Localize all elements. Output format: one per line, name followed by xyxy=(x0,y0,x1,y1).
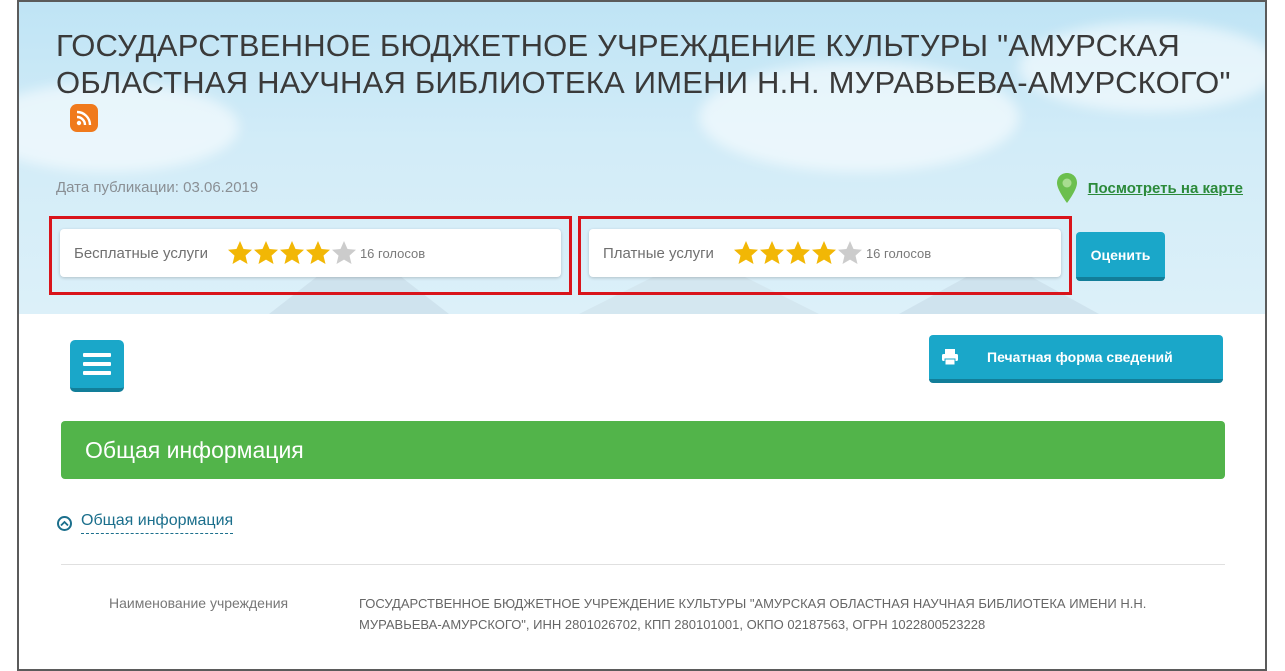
votes-count: 16 голосов xyxy=(359,245,426,261)
paid-services-rating: Платные услуги 16 голосов xyxy=(589,229,1061,277)
map-pin-icon xyxy=(1056,173,1077,203)
star-empty-icon[interactable] xyxy=(836,239,864,267)
printer-icon xyxy=(929,335,971,379)
page-frame: ГОСУДАРСТВЕННОЕ БЮДЖЕТНОЕ УЧРЕЖДЕНИЕ КУЛ… xyxy=(17,0,1267,671)
map-link[interactable]: Посмотреть на карте xyxy=(1088,180,1243,197)
free-services-rating-highlight: Бесплатные услуги 16 голосов xyxy=(49,216,572,295)
free-services-rating: Бесплатные услуги 16 голосов xyxy=(60,229,561,277)
hamburger-menu-icon xyxy=(83,362,111,366)
page-title: ГОСУДАРСТВЕННОЕ БЮДЖЕТНОЕ УЧРЕЖДЕНИЕ КУЛ… xyxy=(56,27,1236,138)
hamburger-menu-icon xyxy=(83,353,111,357)
rss-icon[interactable] xyxy=(70,103,98,132)
section-title: Общая информация xyxy=(85,436,304,463)
star-filled-icon[interactable] xyxy=(758,239,786,267)
page-title-text: ГОСУДАРСТВЕННОЕ БЮДЖЕТНОЕ УЧРЕЖДЕНИЕ КУЛ… xyxy=(56,28,1231,100)
hamburger-menu-icon xyxy=(83,371,111,375)
star-filled-icon[interactable] xyxy=(784,239,812,267)
star-filled-icon[interactable] xyxy=(810,239,838,267)
star-rating[interactable] xyxy=(732,239,862,267)
menu-button[interactable] xyxy=(70,340,124,392)
paid-services-rating-highlight: Платные услуги 16 голосов xyxy=(578,216,1072,295)
chevron-up-circle-icon xyxy=(57,515,72,531)
star-filled-icon[interactable] xyxy=(732,239,760,267)
rating-label: Платные услуги xyxy=(603,244,714,262)
print-form-label: Печатная форма сведений xyxy=(987,349,1173,365)
rating-label: Бесплатные услуги xyxy=(74,244,208,262)
print-form-button[interactable]: Печатная форма сведений xyxy=(929,335,1223,383)
star-filled-icon[interactable] xyxy=(226,239,254,267)
header-banner: ГОСУДАРСТВЕННОЕ БЮДЖЕТНОЕ УЧРЕЖДЕНИЕ КУЛ… xyxy=(19,2,1265,314)
votes-count: 16 голосов xyxy=(865,245,932,261)
star-empty-icon[interactable] xyxy=(330,239,358,267)
rate-button[interactable]: Оценить xyxy=(1076,232,1165,281)
star-filled-icon[interactable] xyxy=(278,239,306,267)
star-filled-icon[interactable] xyxy=(304,239,332,267)
map-link-group[interactable]: Посмотреть на карте xyxy=(1056,172,1243,204)
star-rating[interactable] xyxy=(226,239,356,267)
publication-date: Дата публикации: 03.06.2019 xyxy=(56,179,259,196)
toggle-label: Общая информация xyxy=(81,512,234,534)
field-label-institution-name: Наименование учреждения xyxy=(109,595,289,611)
star-filled-icon[interactable] xyxy=(252,239,280,267)
divider xyxy=(61,564,1225,565)
field-value-institution-name: ГОСУДАРСТВЕННОЕ БЮДЖЕТНОЕ УЧРЕЖДЕНИЕ КУЛ… xyxy=(359,596,1147,632)
section-header: Общая информация xyxy=(61,421,1225,479)
general-info-toggle[interactable]: Общая информация xyxy=(57,512,234,534)
